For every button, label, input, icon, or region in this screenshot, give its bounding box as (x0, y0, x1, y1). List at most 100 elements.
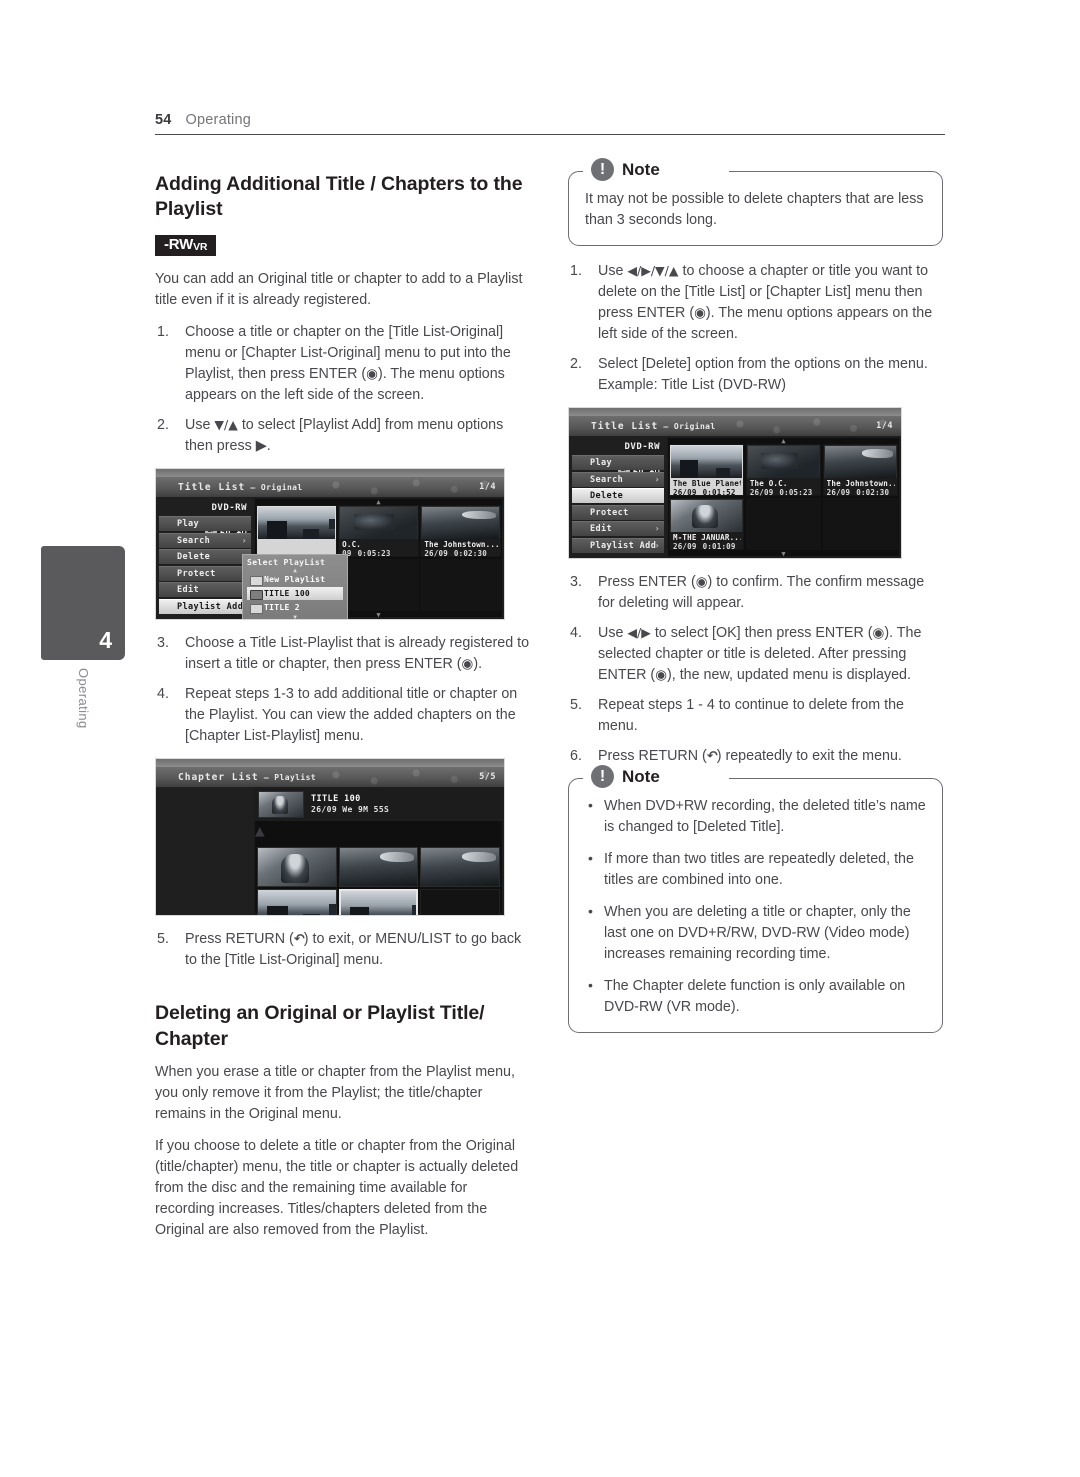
popup-item-title-100[interactable]: TITLE 100 (247, 587, 343, 601)
table-row[interactable]: The O.C. 26/09 0:05:23 (745, 444, 822, 497)
title-name: O.C. (342, 540, 362, 550)
screenshot-title-list-delete: Title List – Original 1/4 DVD-RW SP2H 1M… (568, 407, 902, 560)
step-number: 2. (570, 356, 582, 373)
osd-menu-item-play[interactable]: Play (572, 455, 664, 471)
select-playlist-popup[interactable]: Select PlayList ▲ New Playlist TITLE 100… (242, 554, 348, 620)
note-text: It may not be possible to delete chapter… (585, 191, 924, 229)
list-item-selected[interactable] (338, 889, 419, 916)
thumbnail (670, 498, 744, 533)
enter-icon: ◉ (461, 656, 474, 673)
header-divider (155, 134, 945, 135)
list-item: When you are deleting a title or chapter… (585, 901, 926, 965)
list-item[interactable] (257, 889, 337, 916)
popup-item-new-playlist[interactable]: New Playlist (247, 573, 343, 587)
step-text: Repeat steps 1-3 to add additional title… (185, 686, 518, 745)
enter-icon: ◉ (694, 305, 706, 322)
return-icon: ↶ (706, 749, 718, 765)
title-date: 26/09 (826, 488, 851, 498)
note-title: Note (622, 766, 660, 786)
section-name: Operating (185, 112, 252, 128)
osd-subtitle: Original (260, 482, 303, 492)
page-header: 54 Operating (155, 112, 945, 135)
step-text: Press RETURN ( (185, 931, 294, 948)
step-text: Use (598, 625, 628, 642)
list-item: 1. Choose a title or chapter on the [Titl… (155, 322, 530, 406)
table-row[interactable] (256, 505, 337, 558)
note-box-top: ! Note It may not be possible to delete … (568, 158, 943, 247)
osd-menu-item-play[interactable]: Play (159, 516, 251, 532)
return-icon: ↶ (293, 932, 305, 948)
list-item: 3. Press ENTER (◉) to confirm. The confir… (568, 572, 943, 614)
list-item: 3. Choose a Title List-Playlist that is a… (155, 633, 530, 675)
osd-title-bar: Title List – Original 1/4 (156, 477, 504, 498)
step-number: 6. (570, 748, 582, 765)
step-text: Select [Delete] option from the options … (598, 356, 928, 373)
popup-item-title-2[interactable]: TITLE 2 (247, 601, 343, 615)
osd-menu-item-protect[interactable]: Protect (159, 565, 251, 581)
title-name: M-THE JANUAR... (673, 532, 742, 542)
list-item-empty (420, 889, 500, 916)
step-number: 1. (570, 263, 582, 280)
chevron-right-icon: › (654, 524, 660, 534)
list-item: 2. Use ▼/▲ to select [Playlist Add] from … (155, 415, 530, 457)
title-name: The Johnstown... (424, 540, 498, 550)
osd-top-strip (156, 469, 504, 478)
osd-subtitle: Original (673, 421, 716, 431)
table-row-empty (822, 497, 898, 550)
title-date: 26/09 (673, 488, 697, 498)
step-text-cont3: ), the new, updated menu is displayed. (666, 667, 911, 684)
list-item: 6. Press RETURN (↶) repeatedly to exit th… (568, 746, 943, 767)
osd-menu-item-playlist-add[interactable]: Playlist Add› (159, 598, 251, 614)
title-name: The Blue Planet (673, 479, 742, 489)
osd-menu-item-edit[interactable]: Edit› (572, 521, 664, 537)
page-number: 54 (155, 112, 172, 128)
step-text: Repeat steps 1 - 4 to continue to delete… (598, 697, 904, 735)
table-row-empty (745, 497, 822, 550)
list-item: 4. Use ◀/▶ to select [OK] then press ENTE… (568, 623, 943, 686)
disc-name: DVD-RW (211, 503, 247, 514)
popup-title: Select PlayList (247, 558, 326, 568)
osd-title-grid: ▲ The Blue Planet 26/090:01:52 The O.C. (668, 437, 899, 559)
disc-type-badge: -RWVR (155, 234, 217, 257)
table-row[interactable]: The Johnstown... 26/09 0:02:30 (420, 505, 501, 558)
osd-menu-item-edit[interactable]: Edit› (159, 582, 251, 598)
table-row-empty (420, 558, 501, 611)
thumbnail (670, 445, 744, 480)
paragraph-2: If you choose to delete a title or chapt… (155, 1138, 519, 1239)
list-item[interactable] (338, 847, 419, 888)
osd-menu-item-search[interactable]: Search › (572, 471, 664, 487)
scroll-down-icon: ▼ (781, 550, 786, 559)
table-row[interactable]: M-THE JANUAR... 26/09 0:01:09 (669, 497, 745, 551)
list-item: 5. Press RETURN (↶) to exit, or MENU/LIST… (155, 929, 530, 971)
thumbnail (823, 445, 897, 480)
playlist-icon (250, 604, 263, 615)
screenshot-title-list-playlist-add: Title List – Original 1/4 DVD-RW SP2H 1M… (155, 468, 505, 621)
dpad-arrows-icon: ◀/▶/▼/▲ (627, 263, 679, 279)
step-text: Press ENTER ( (598, 574, 696, 591)
list-item[interactable] (257, 847, 337, 888)
osd-menu-item-search[interactable]: Search › (159, 532, 251, 548)
chapter-thumbnail-grid: ▲ ▼ (255, 821, 502, 916)
table-row[interactable]: The Blue Planet 26/09 0:01:52 (669, 444, 745, 498)
chapter-title: TITLE 100 (311, 793, 361, 804)
step-number: 5. (570, 697, 582, 714)
osd-page-indicator: 1/4 (479, 482, 496, 493)
table-row[interactable]: The Johnstown... 26/09 0:02:30 (822, 444, 898, 498)
osd-side-panel (156, 787, 253, 916)
osd-menu-item-delete[interactable]: Delete (159, 549, 251, 565)
thumbnail (746, 445, 821, 480)
title-name: The Johnstown... (826, 479, 895, 489)
chevron-right-icon: › (654, 474, 660, 484)
osd-side-panel: DVD-RW SP2H 1M Free Play Search› Delete … (156, 497, 253, 620)
step-number: 2. (157, 417, 169, 434)
left-column: Adding Additional Title / Chapters to th… (155, 172, 530, 1252)
title-name: The O.C. (749, 479, 788, 489)
table-row[interactable]: O.C. 090:05:23 (338, 505, 419, 558)
osd-title: Chapter List (178, 771, 259, 783)
exclamation-icon: ! (591, 158, 614, 181)
osd-menu-item-protect[interactable]: Protect (572, 504, 664, 520)
list-item[interactable] (420, 847, 500, 888)
osd-menu-item-delete[interactable]: Delete (572, 488, 664, 504)
thumbnail (257, 506, 336, 541)
osd-menu-item-playlist-add[interactable]: Playlist Add› (572, 537, 664, 553)
